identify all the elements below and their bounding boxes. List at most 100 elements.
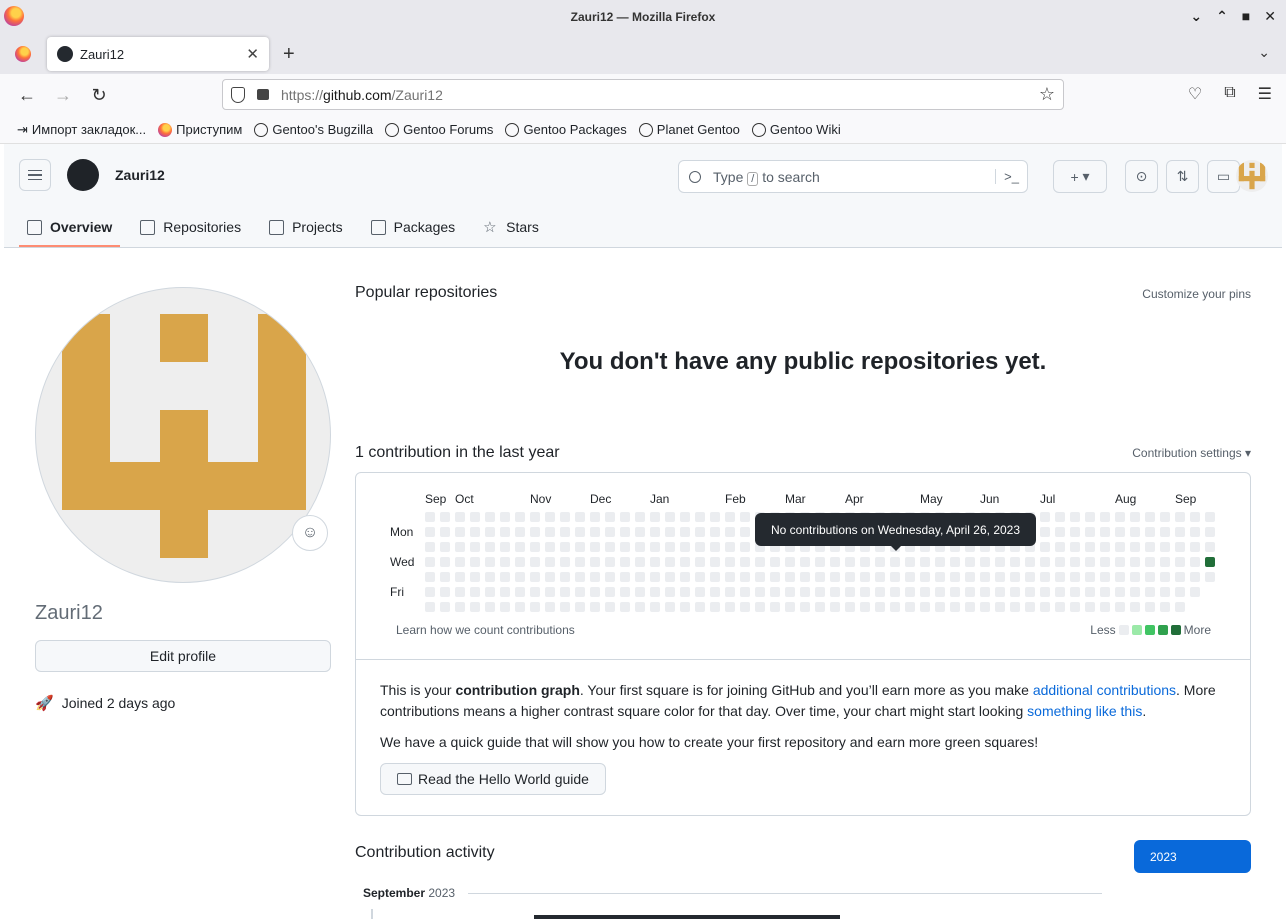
contribution-day-cell[interactable]: [680, 512, 690, 522]
contribution-day-cell[interactable]: [500, 587, 510, 597]
contribution-day-cell[interactable]: [1190, 572, 1200, 582]
contribution-day-cell[interactable]: [620, 587, 630, 597]
contribution-day-cell[interactable]: [590, 587, 600, 597]
contribution-day-cell[interactable]: [500, 602, 510, 612]
contribution-day-cell[interactable]: [1085, 512, 1095, 522]
contribution-day-cell[interactable]: [770, 557, 780, 567]
contribution-day-cell[interactable]: [1025, 572, 1035, 582]
contribution-day-cell[interactable]: [710, 512, 720, 522]
contribution-day-cell[interactable]: [935, 602, 945, 612]
contribution-day-cell[interactable]: [710, 572, 720, 582]
contribution-day-cell[interactable]: [980, 557, 990, 567]
contribution-day-cell[interactable]: [1100, 572, 1110, 582]
contribution-day-cell[interactable]: [890, 572, 900, 582]
contribution-day-cell[interactable]: [545, 512, 555, 522]
tab-stars[interactable]: ☆ Stars: [475, 219, 547, 247]
bookmark-planet[interactable]: Planet Gentoo: [638, 122, 740, 137]
contribution-day-cell[interactable]: [620, 557, 630, 567]
contribution-day-cell[interactable]: [1145, 542, 1155, 552]
contribution-day-cell[interactable]: [605, 557, 615, 567]
contribution-day-cell[interactable]: [1070, 587, 1080, 597]
contribution-day-cell[interactable]: [635, 572, 645, 582]
contribution-day-cell[interactable]: [890, 602, 900, 612]
contribution-day-cell[interactable]: [1010, 587, 1020, 597]
contribution-day-cell[interactable]: [875, 587, 885, 597]
contribution-day-cell[interactable]: [875, 602, 885, 612]
contribution-day-cell[interactable]: [1205, 512, 1215, 522]
contribution-day-cell[interactable]: [470, 572, 480, 582]
contribution-day-cell[interactable]: [1160, 557, 1170, 567]
contribution-day-cell[interactable]: [800, 587, 810, 597]
contribution-day-cell[interactable]: [1010, 557, 1020, 567]
contribution-day-cell[interactable]: [755, 602, 765, 612]
contribution-day-cell[interactable]: [1040, 557, 1050, 567]
contribution-day-cell[interactable]: [530, 557, 540, 567]
contribution-day-cell[interactable]: [665, 602, 675, 612]
contribution-day-cell[interactable]: [950, 572, 960, 582]
contribution-day-cell[interactable]: [725, 587, 735, 597]
contribution-day-cell[interactable]: [455, 542, 465, 552]
reload-icon[interactable]: ↻: [84, 85, 114, 106]
contribution-day-cell[interactable]: [500, 512, 510, 522]
contribution-day-cell[interactable]: [575, 602, 585, 612]
learn-contributions-link[interactable]: Learn how we count contributions: [396, 623, 575, 637]
contribution-day-cell[interactable]: [470, 527, 480, 537]
contribution-day-cell[interactable]: [755, 557, 765, 567]
contribution-day-cell[interactable]: [605, 602, 615, 612]
contribution-day-cell[interactable]: [785, 587, 795, 597]
contribution-day-cell[interactable]: [1115, 572, 1125, 582]
contribution-day-cell[interactable]: [875, 557, 885, 567]
contribution-day-cell[interactable]: [605, 542, 615, 552]
contribution-day-cell[interactable]: [665, 572, 675, 582]
contribution-day-cell[interactable]: [620, 512, 630, 522]
contribution-day-cell[interactable]: [635, 587, 645, 597]
contribution-day-cell[interactable]: [1130, 542, 1140, 552]
contribution-day-cell[interactable]: [1055, 587, 1065, 597]
contribution-day-cell[interactable]: [665, 542, 675, 552]
contribution-day-cell[interactable]: [695, 572, 705, 582]
command-palette-icon[interactable]: >_: [995, 169, 1027, 184]
contribution-day-cell[interactable]: [650, 512, 660, 522]
contribution-day-cell[interactable]: [650, 557, 660, 567]
contribution-day-cell[interactable]: [845, 572, 855, 582]
contribution-day-cell[interactable]: [1145, 512, 1155, 522]
contribution-day-cell[interactable]: [710, 527, 720, 537]
contribution-day-cell[interactable]: [620, 542, 630, 552]
contribution-day-cell[interactable]: [485, 557, 495, 567]
contribution-day-cell[interactable]: [605, 527, 615, 537]
contribution-day-cell[interactable]: [1085, 557, 1095, 567]
contribution-day-cell[interactable]: [725, 557, 735, 567]
contribution-day-cell[interactable]: [560, 602, 570, 612]
contribution-day-cell[interactable]: [635, 542, 645, 552]
contribution-day-cell[interactable]: [995, 572, 1005, 582]
contribution-day-cell[interactable]: [965, 587, 975, 597]
contribution-day-cell[interactable]: [1055, 572, 1065, 582]
tab-close-icon[interactable]: ✕: [246, 45, 259, 63]
contribution-day-cell[interactable]: [650, 602, 660, 612]
contribution-day-cell[interactable]: [1100, 527, 1110, 537]
contribution-day-cell[interactable]: [455, 512, 465, 522]
contribution-day-cell[interactable]: [1190, 542, 1200, 552]
contribution-day-cell[interactable]: [980, 587, 990, 597]
contribution-day-cell[interactable]: [710, 602, 720, 612]
firefox-view-icon[interactable]: [15, 46, 31, 62]
back-icon[interactable]: ←: [12, 85, 42, 106]
contribution-day-cell[interactable]: [590, 512, 600, 522]
contribution-day-cell[interactable]: [845, 587, 855, 597]
contribution-day-cell[interactable]: [530, 602, 540, 612]
contribution-day-cell[interactable]: [1190, 512, 1200, 522]
contribution-day-cell[interactable]: [545, 542, 555, 552]
contribution-day-cell[interactable]: [890, 587, 900, 597]
contribution-day-cell[interactable]: [440, 542, 450, 552]
user-avatar[interactable]: [1236, 160, 1268, 192]
contribution-day-cell[interactable]: [455, 587, 465, 597]
contribution-settings-dropdown[interactable]: Contribution settings ▾: [1132, 446, 1251, 460]
bookmark-star-icon[interactable]: ☆: [1039, 84, 1055, 105]
bookmark-getting-started[interactable]: Приступим: [158, 122, 242, 137]
tab-repositories[interactable]: Repositories: [132, 219, 249, 247]
contribution-day-cell[interactable]: [710, 557, 720, 567]
contribution-day-cell[interactable]: [1055, 602, 1065, 612]
contribution-day-cell[interactable]: [1085, 542, 1095, 552]
contribution-day-cell[interactable]: [1115, 527, 1125, 537]
contribution-day-cell[interactable]: [965, 572, 975, 582]
